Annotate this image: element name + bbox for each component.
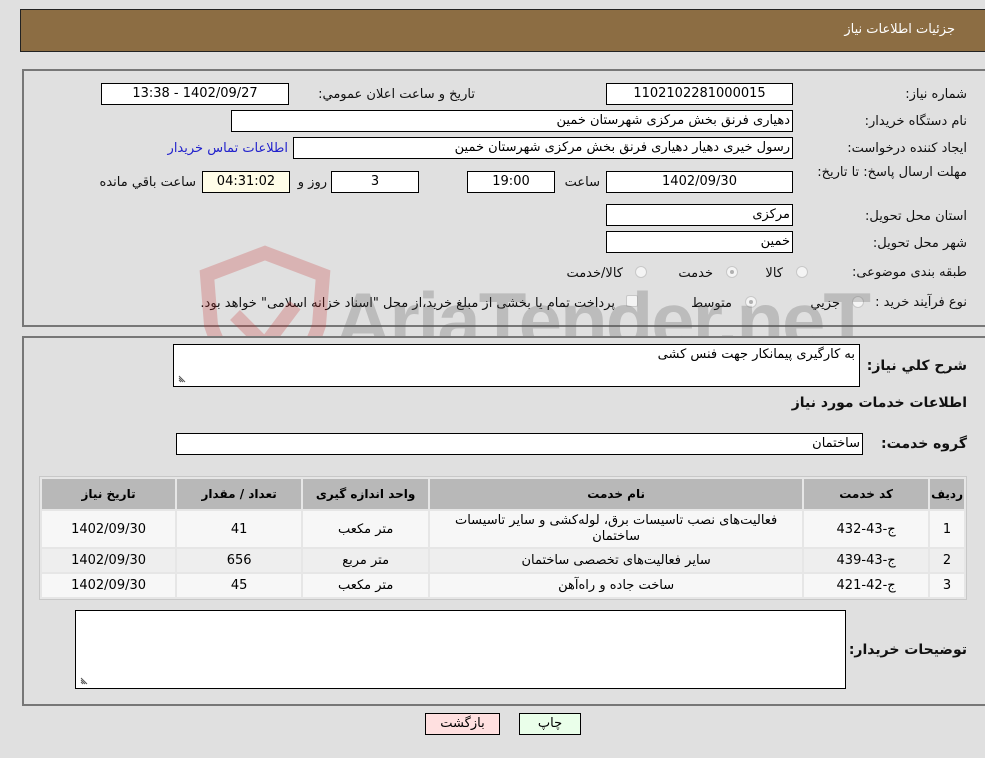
cell-date: 1402/09/30 <box>42 549 176 572</box>
col-row: رديف <box>930 479 964 509</box>
table-row: 3 ج-42-421 ساخت جاده و راه‌آهن متر مکعب … <box>42 574 964 597</box>
buyer-notes-textarea[interactable] <box>75 610 846 689</box>
announce-datetime-field[interactable]: 1402/09/27 - 13:38 <box>101 83 289 105</box>
cell-qty: 41 <box>177 511 302 547</box>
cell-name: ساخت جاده و راه‌آهن <box>430 574 803 597</box>
buyer-org-label: نام دستگاه خريدار: <box>864 114 967 129</box>
need-number-label: شماره نیاز: <box>905 87 967 102</box>
cell-date: 1402/09/30 <box>42 574 176 597</box>
province-label: استان محل تحويل: <box>865 209 967 224</box>
treasury-note: پرداخت تمام يا بخشی از مبلغ خريد،از محل … <box>200 296 615 311</box>
city-label: شهر محل تحويل: <box>872 236 967 251</box>
summary-label: شرح کلي نياز: <box>866 358 967 374</box>
cell-row: 1 <box>930 511 964 547</box>
category-option-service: خدمت <box>678 266 713 281</box>
cell-unit: متر مربع <box>303 549 429 572</box>
buyer-notes-label: توضيحات خريدار: <box>848 642 967 658</box>
process-option-minor: جزيي <box>810 296 840 311</box>
cell-code: ج-43-432 <box>804 511 929 547</box>
cell-code: ج-43-439 <box>804 549 929 572</box>
services-table: رديف کد خدمت نام خدمت واحد اندازه گيری ت… <box>39 476 967 600</box>
days-field[interactable]: 3 <box>331 171 419 193</box>
remaining-time-field: 04:31:02 <box>202 171 290 193</box>
process-radio-minor[interactable] <box>852 296 864 308</box>
buyer-contact-link[interactable]: اطلاعات تماس خريدار <box>168 141 288 156</box>
cell-unit: متر مکعب <box>303 511 429 547</box>
deadline-date-field[interactable]: 1402/09/30 <box>606 171 793 193</box>
cell-row: 3 <box>930 574 964 597</box>
need-number-field[interactable]: 1102102281000015 <box>606 83 793 105</box>
cell-row: 2 <box>930 549 964 572</box>
process-radio-medium[interactable] <box>745 296 757 308</box>
print-button[interactable]: چاپ <box>519 713 581 735</box>
requester-field[interactable]: رسول خیری دهیار دهیاری فرنق بخش مرکزی شه… <box>293 137 793 159</box>
cell-date: 1402/09/30 <box>42 511 176 547</box>
resize-handle-icon[interactable] <box>177 374 187 384</box>
col-date: تاريخ نياز <box>42 479 176 509</box>
service-group-field[interactable]: ساختمان <box>176 433 863 455</box>
table-row: 1 ج-43-432 فعالیت‌های نصب تاسیسات برق، ل… <box>42 511 964 547</box>
announce-datetime-label: تاريخ و ساعت اعلان عمومي: <box>318 87 475 102</box>
cell-qty: 656 <box>177 549 302 572</box>
deadline-time-label: ساعت <box>564 175 600 190</box>
page-title: جزئیات اطلاعات نیاز <box>844 22 955 37</box>
city-field[interactable]: خمین <box>606 231 793 253</box>
cell-unit: متر مکعب <box>303 574 429 597</box>
table-row: 2 ج-43-439 سایر فعالیت‌های تخصصی ساختمان… <box>42 549 964 572</box>
category-label: طبقه بندی موضوعی: <box>851 265 967 280</box>
cell-code: ج-42-421 <box>804 574 929 597</box>
purchase-process-label: نوع فرآيند خريد : <box>875 295 967 310</box>
process-option-medium: متوسط <box>691 296 732 311</box>
remaining-time-label: ساعت باقي مانده <box>99 175 196 190</box>
cell-qty: 45 <box>177 574 302 597</box>
requester-label: ايجاد کننده درخواست: <box>847 141 967 156</box>
summary-text: به کارگیری پیمانکار جهت فنس کشی <box>657 347 855 362</box>
days-label: روز و <box>297 175 327 190</box>
buyer-org-field[interactable]: دهیاری فرنق بخش مرکزی شهرستان خمین <box>231 110 793 132</box>
col-code: کد خدمت <box>804 479 929 509</box>
cell-name: فعالیت‌های نصب تاسیسات برق، لوله‌کشی و س… <box>430 511 803 547</box>
col-name: نام خدمت <box>430 479 803 509</box>
cell-name: سایر فعالیت‌های تخصصی ساختمان <box>430 549 803 572</box>
resize-handle-icon[interactable] <box>79 676 89 686</box>
col-qty: تعداد / مقدار <box>177 479 302 509</box>
summary-textarea[interactable]: به کارگیری پیمانکار جهت فنس کشی <box>173 344 860 387</box>
col-unit: واحد اندازه گيری <box>303 479 429 509</box>
table-header-row: رديف کد خدمت نام خدمت واحد اندازه گيری ت… <box>42 479 964 509</box>
deadline-time-field[interactable]: 19:00 <box>467 171 555 193</box>
back-button[interactable]: بازگشت <box>425 713 500 735</box>
page-header: جزئیات اطلاعات نیاز <box>20 9 985 52</box>
province-field[interactable]: مرکزی <box>606 204 793 226</box>
services-section-title: اطلاعات خدمات مورد نياز <box>791 395 967 411</box>
service-group-label: گروه خدمت: <box>881 436 967 452</box>
treasury-checkbox[interactable] <box>626 295 638 307</box>
category-option-goods-service: کالا/خدمت <box>566 266 623 281</box>
category-option-goods: کالا <box>765 266 783 281</box>
category-radio-goods[interactable] <box>796 266 808 278</box>
category-radio-service[interactable] <box>726 266 738 278</box>
need-details-panel <box>22 69 985 327</box>
category-radio-goods-service[interactable] <box>635 266 647 278</box>
deadline-label: مهلت ارسال پاسخ: تا تاريخ: <box>817 165 967 180</box>
